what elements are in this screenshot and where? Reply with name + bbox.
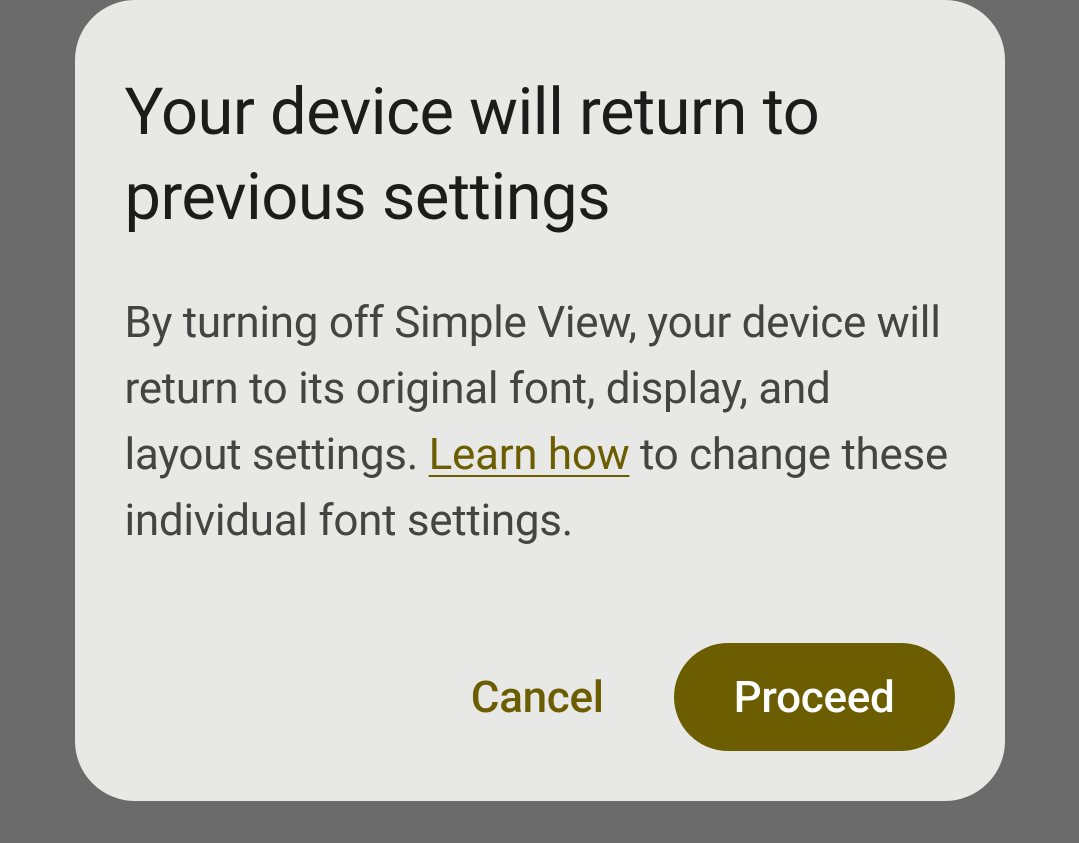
dialog-actions: Cancel Proceed [125,643,955,751]
cancel-button[interactable]: Cancel [441,651,634,743]
proceed-button[interactable]: Proceed [674,643,955,751]
dialog-title: Your device will return to previous sett… [125,70,955,239]
learn-how-link[interactable]: Learn how [429,428,630,480]
confirmation-dialog: Your device will return to previous sett… [75,0,1005,801]
dialog-body: By turning off Simple View, your device … [125,289,955,553]
